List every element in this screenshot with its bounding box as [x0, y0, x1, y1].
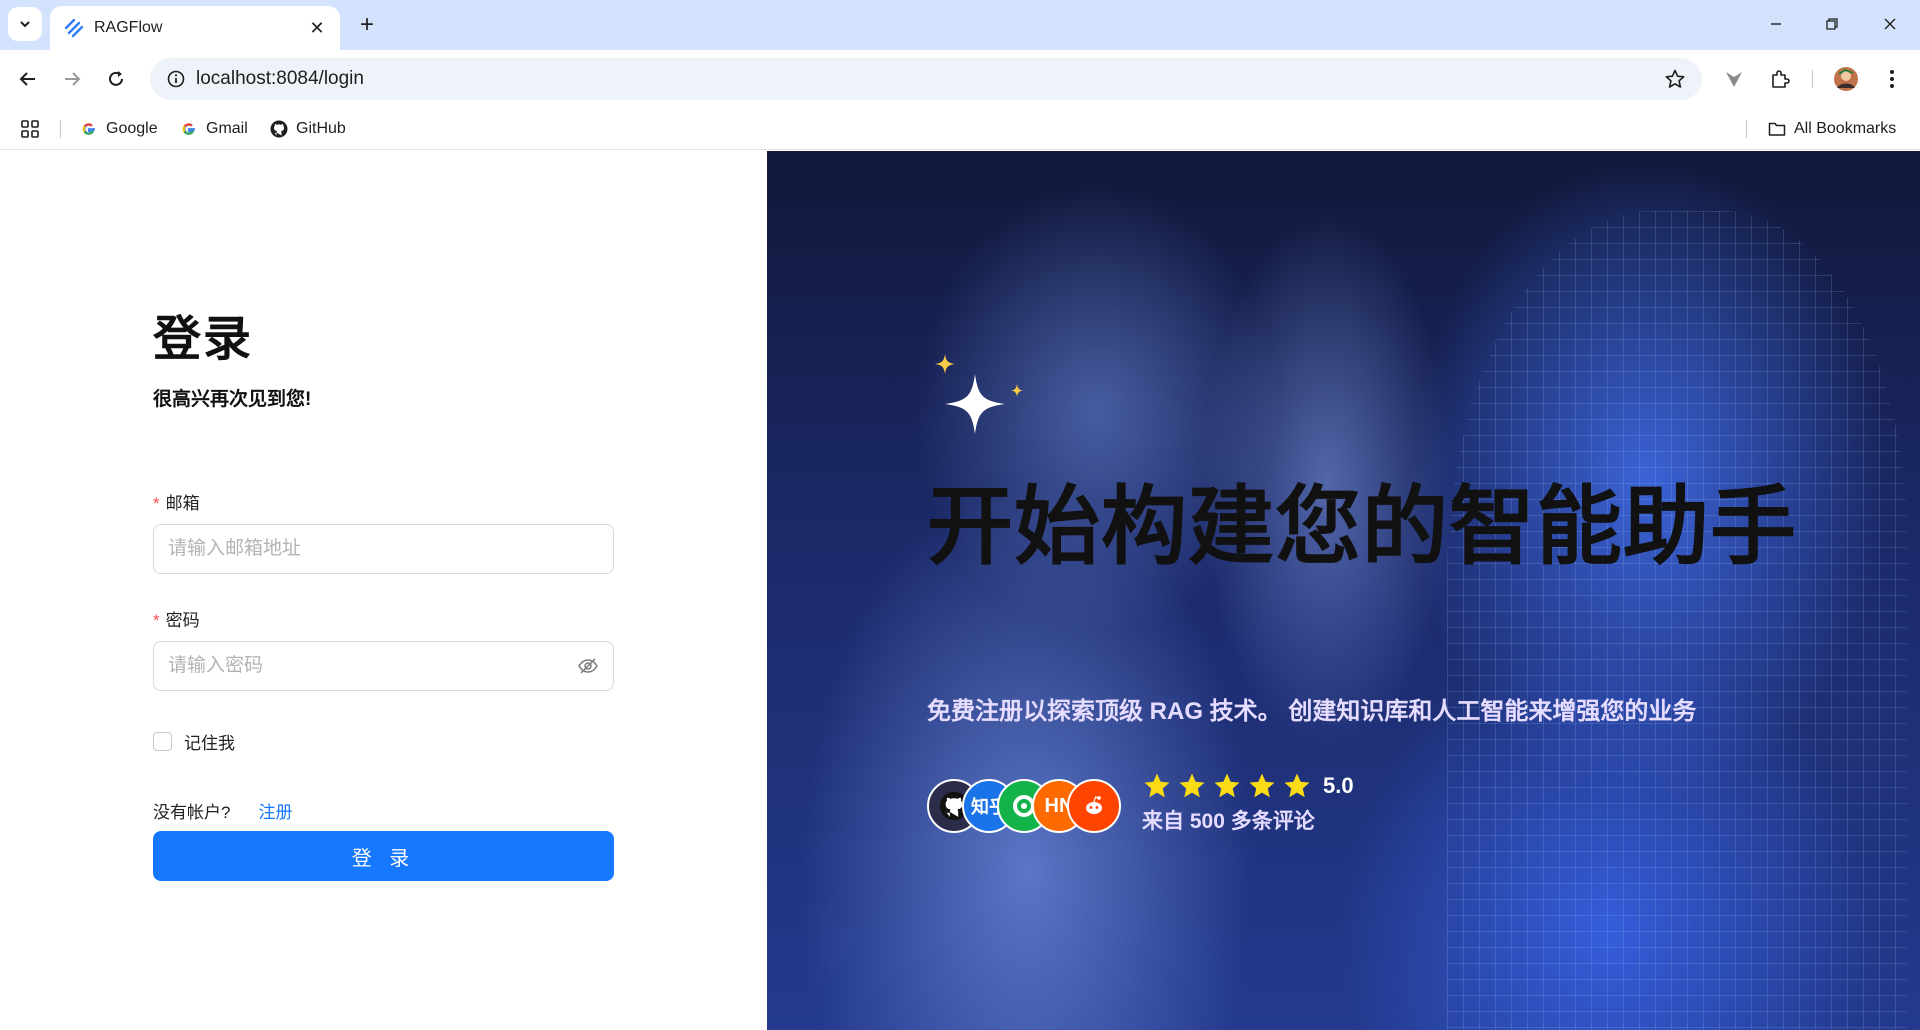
- login-page: 登录 很高兴再次见到您! * 邮箱 * 密码 记住我 没有帐户? 注册 登 录: [0, 151, 1920, 1030]
- bookmarks-divider: [60, 120, 61, 138]
- hero-panel: 开始构建您的智能助手 免费注册以探索顶级 RAG 技术。 创建知识库和人工智能来…: [767, 151, 1920, 1030]
- signup-prompt: 没有帐户? 注册: [153, 798, 292, 823]
- sparkles-icon: [935, 354, 1023, 434]
- required-mark: *: [153, 611, 160, 630]
- reload-icon[interactable]: [100, 63, 132, 95]
- tab-ragflow[interactable]: RAGFlow ✕: [50, 6, 340, 50]
- close-window-icon[interactable]: [1870, 8, 1910, 40]
- password-label-text: 密码: [165, 611, 200, 630]
- required-mark: *: [153, 494, 160, 513]
- reddit-icon: [1067, 779, 1121, 833]
- login-submit-button[interactable]: 登 录: [153, 831, 614, 881]
- reviews-count: 来自 500 多条评论: [1142, 810, 1315, 833]
- password-input[interactable]: [168, 655, 577, 677]
- signup-link[interactable]: 注册: [258, 798, 292, 823]
- forward-arrow-icon[interactable]: [56, 63, 88, 95]
- remember-label: 记住我: [184, 734, 235, 753]
- chevron-down-icon: [20, 21, 30, 28]
- bookmark-label: GitHub: [296, 120, 346, 137]
- email-label: * 邮箱: [153, 489, 200, 514]
- bookmark-google[interactable]: Google: [80, 116, 158, 142]
- new-tab-button[interactable]: +: [352, 10, 382, 40]
- password-label: * 密码: [153, 606, 200, 631]
- browser-tab-strip: RAGFlow ✕ +: [0, 0, 1920, 50]
- google-icon: [180, 120, 198, 138]
- star-rating: 5.0: [1142, 771, 1354, 801]
- bookmark-github[interactable]: GitHub: [270, 116, 346, 142]
- remember-me[interactable]: 记住我: [153, 729, 235, 754]
- password-field[interactable]: [153, 641, 614, 691]
- community-avatars: 知乎 HN: [927, 779, 1127, 835]
- tab-search-button[interactable]: [8, 7, 42, 41]
- url-text: localhost:8084/login: [196, 68, 364, 89]
- bookmarks-divider: [1746, 120, 1747, 138]
- restore-icon[interactable]: [1812, 8, 1852, 40]
- bookmarks-bar: Google Gmail GitHub All Bookmarks: [0, 108, 1920, 150]
- bookmark-star-icon[interactable]: [1664, 68, 1686, 90]
- tab-close-icon[interactable]: ✕: [306, 17, 328, 39]
- minimize-icon[interactable]: [1756, 8, 1796, 40]
- remember-checkbox[interactable]: [153, 732, 172, 751]
- back-arrow-icon[interactable]: [12, 63, 44, 95]
- folder-icon: [1768, 120, 1786, 138]
- ragflow-logo-icon: [64, 18, 84, 38]
- star-icon: [1144, 773, 1170, 798]
- email-field[interactable]: [153, 524, 614, 574]
- rating-block: 5.0 来自 500 多条评论: [1142, 771, 1354, 835]
- google-icon: [80, 120, 98, 138]
- toolbar-divider: [1812, 70, 1813, 88]
- apps-grid-icon[interactable]: [20, 116, 40, 142]
- github-icon: [270, 120, 288, 138]
- tab-title: RAGFlow: [94, 19, 163, 36]
- more-menu-icon[interactable]: [1876, 63, 1908, 95]
- site-info-icon[interactable]: [156, 58, 196, 100]
- star-icon: [1214, 773, 1240, 798]
- hero-title: 开始构建您的智能助手: [927, 479, 1797, 575]
- all-bookmarks-label: All Bookmarks: [1794, 120, 1897, 137]
- login-subtitle: 很高兴再次见到您!: [153, 389, 312, 410]
- browser-toolbar: localhost:8084/login: [0, 50, 1920, 108]
- all-bookmarks-button[interactable]: All Bookmarks: [1768, 116, 1896, 142]
- star-icon: [1284, 773, 1310, 798]
- no-account-text: 没有帐户?: [153, 803, 231, 822]
- bookmark-label: Gmail: [206, 120, 248, 137]
- star-icon: [1249, 773, 1275, 798]
- address-bar[interactable]: localhost:8084/login: [150, 58, 1702, 100]
- rating-score: 5.0: [1323, 773, 1354, 798]
- bookmark-gmail[interactable]: Gmail: [180, 116, 248, 142]
- email-label-text: 邮箱: [165, 494, 200, 513]
- bookmark-label: Google: [106, 120, 158, 137]
- eye-slash-icon[interactable]: [576, 654, 599, 678]
- login-panel: 登录 很高兴再次见到您! * 邮箱 * 密码 记住我 没有帐户? 注册 登 录: [0, 151, 767, 1030]
- hero-subtitle: 免费注册以探索顶级 RAG 技术。 创建知识库和人工智能来增强您的业务: [927, 698, 1697, 725]
- vpn-extension-icon[interactable]: [1718, 63, 1750, 95]
- hero-background-image: [1447, 211, 1907, 1030]
- star-icon: [1179, 773, 1205, 798]
- email-input[interactable]: [168, 538, 599, 560]
- extensions-puzzle-icon[interactable]: [1764, 63, 1796, 95]
- login-title: 登录: [153, 313, 254, 366]
- profile-avatar[interactable]: [1830, 63, 1862, 95]
